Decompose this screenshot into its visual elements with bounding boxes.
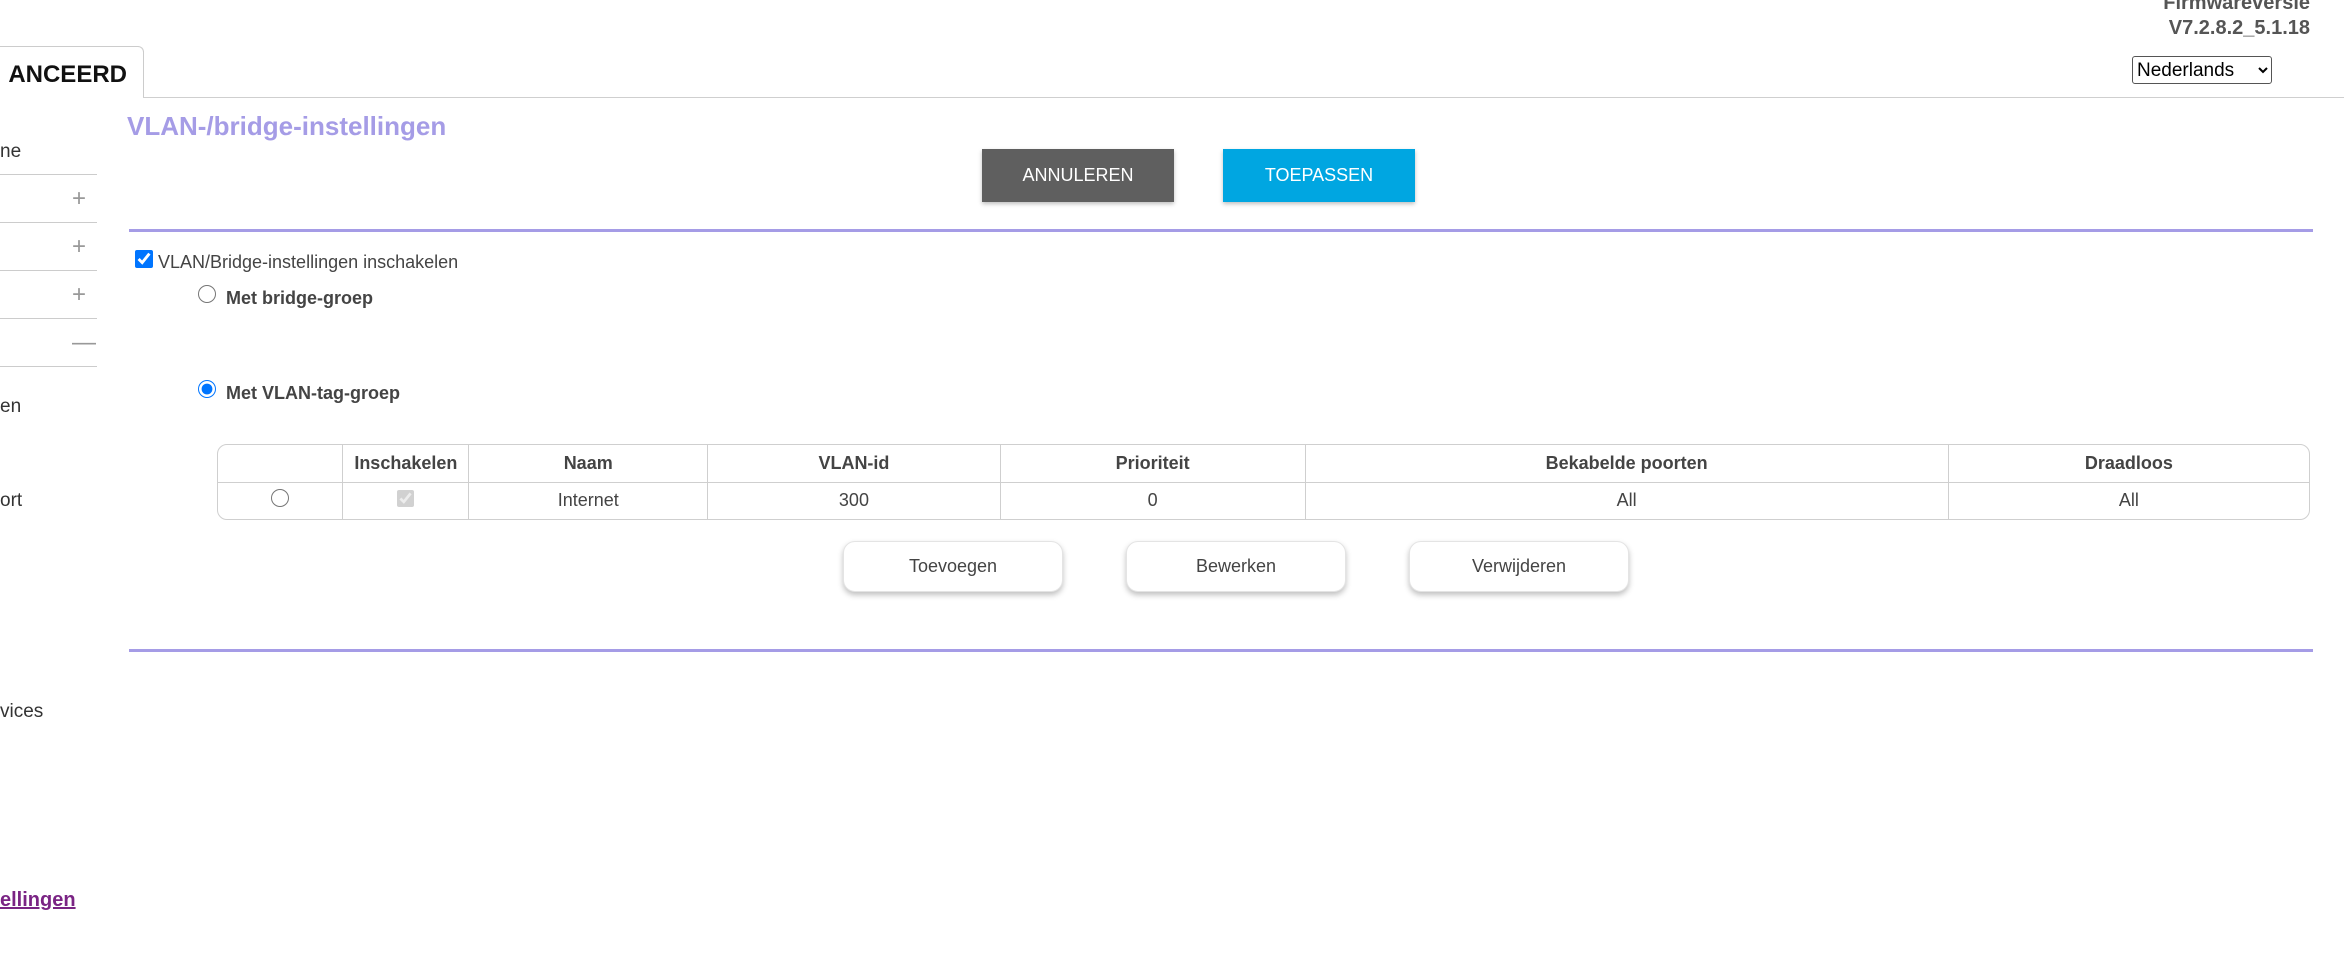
sidebar-item[interactable]: ort <box>0 490 22 512</box>
sidebar-item-vlan-settings[interactable]: ellingen <box>0 889 76 912</box>
row-priority: 0 <box>1000 482 1306 519</box>
sidebar-divider <box>0 270 97 271</box>
add-button[interactable]: Toevoegen <box>843 541 1063 592</box>
tab-divider <box>143 97 2344 98</box>
row-wireless: All <box>2118 490 2139 511</box>
collapse-icon[interactable]: — <box>72 331 96 355</box>
edit-button[interactable]: Bewerken <box>1126 541 1346 592</box>
enable-vlan-bridge-checkbox[interactable] <box>135 250 153 268</box>
expand-icon[interactable]: + <box>72 283 86 307</box>
row-select-radio[interactable] <box>271 489 290 508</box>
expand-icon[interactable]: + <box>72 187 86 211</box>
row-enable-cell <box>342 482 470 519</box>
row-wired-ports: All <box>1305 482 1949 519</box>
col-header-wired-ports: Bekabelde poorten <box>1305 445 1949 483</box>
language-select[interactable]: Nederlands <box>2132 56 2272 84</box>
page-title: VLAN-/bridge-instellingen <box>127 111 447 141</box>
table-row: Internet 300 0 All All <box>218 482 2309 519</box>
firmware-version: V7.2.8.2_5.1.18 <box>2168 17 2310 39</box>
bridge-group-radio[interactable] <box>198 285 216 303</box>
section-divider <box>129 649 2313 652</box>
firmware-info: Firmwareversie V7.2.8.2_5.1.18 <box>2163 0 2310 41</box>
vlan-tag-group-radio[interactable] <box>198 380 216 398</box>
row-select-cell <box>218 482 344 519</box>
sidebar-item-home[interactable]: ne <box>0 141 21 163</box>
col-header-vlan-id: VLAN-id <box>707 445 1001 483</box>
apply-button[interactable]: TOEPASSEN <box>1223 149 1415 202</box>
tab-advanced-label: ANCEERD <box>8 61 127 88</box>
delete-button[interactable]: Verwijderen <box>1409 541 1629 592</box>
row-enable-checkbox <box>397 489 415 507</box>
col-header-priority: Prioriteit <box>1000 445 1306 483</box>
col-header-select <box>218 445 344 483</box>
sidebar-divider <box>0 222 97 223</box>
row-vlan-id: 300 <box>707 482 1001 519</box>
cancel-button[interactable]: ANNULEREN <box>982 149 1174 202</box>
col-header-name: Naam <box>468 445 709 483</box>
sidebar-item[interactable]: en <box>0 396 21 418</box>
table-header-row: Inschakelen Naam VLAN-id Prioriteit Beka… <box>218 445 2309 483</box>
expand-icon[interactable]: + <box>72 235 86 259</box>
section-divider <box>129 229 2313 232</box>
sidebar-divider <box>0 318 97 319</box>
vlan-table: Inschakelen Naam VLAN-id Prioriteit Beka… <box>217 444 2310 520</box>
sidebar-item[interactable]: vices <box>0 701 43 723</box>
tab-advanced[interactable]: ANCEERD <box>0 46 144 98</box>
col-header-enable: Inschakelen <box>342 445 470 483</box>
col-header-wireless: Draadloos <box>1948 445 2309 483</box>
vlan-tag-group-label: Met VLAN-tag-groep <box>226 383 400 403</box>
enable-vlan-bridge-label: VLAN/Bridge-instellingen inschakelen <box>158 252 459 272</box>
firmware-label: Firmwareversie <box>2163 0 2310 14</box>
bridge-group-label: Met bridge-groep <box>226 288 373 308</box>
sidebar-divider <box>0 366 97 367</box>
sidebar-divider <box>0 174 97 175</box>
row-name: Internet <box>468 482 709 519</box>
